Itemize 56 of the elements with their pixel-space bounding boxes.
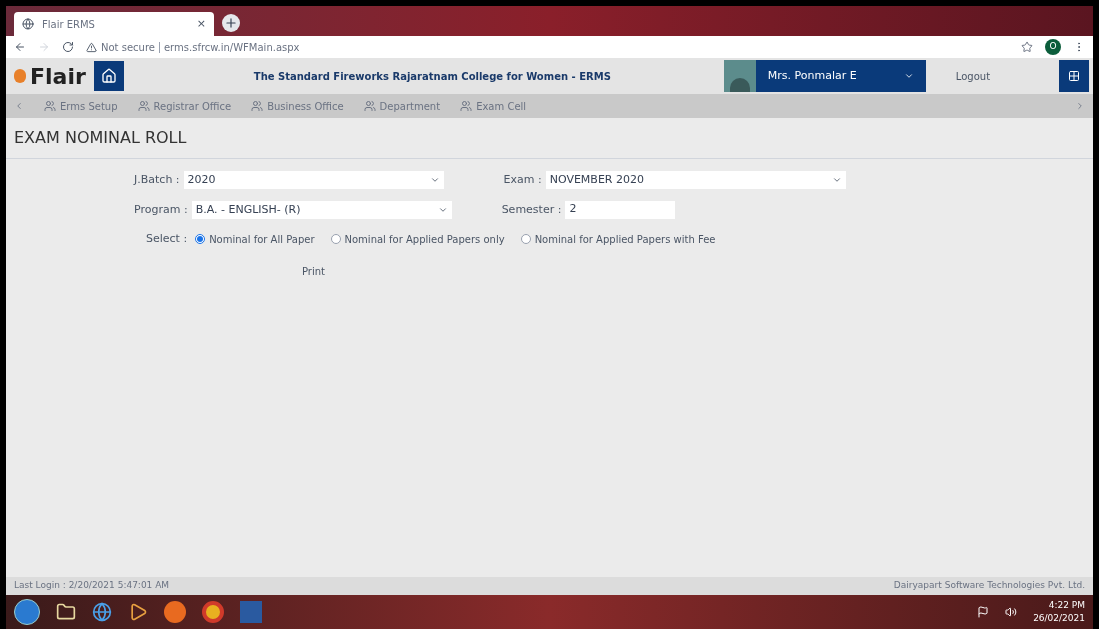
globe-icon — [22, 18, 34, 30]
back-icon[interactable] — [14, 41, 26, 53]
profile-avatar[interactable]: O — [1045, 39, 1061, 55]
logout-link[interactable]: Logout — [955, 68, 991, 84]
radio-button[interactable] — [330, 234, 341, 245]
radio-label[interactable]: Nominal for All Paper — [209, 231, 315, 247]
folder-icon[interactable] — [56, 602, 76, 622]
exam-select[interactable]: NOVEMBER 2020 — [545, 171, 846, 189]
home-button[interactable] — [93, 61, 124, 91]
radio-button[interactable] — [520, 234, 531, 245]
field-label: Exam : — [503, 171, 542, 188]
program-select[interactable]: B.A. - ENGLISH- (R) — [191, 201, 452, 219]
field-label: Select : — [146, 231, 188, 247]
field-label: Semester : — [501, 201, 562, 218]
new-tab-icon[interactable] — [222, 14, 240, 32]
users-icon — [137, 100, 150, 112]
batch-select[interactable]: 2020 — [183, 171, 444, 189]
reload-icon[interactable] — [62, 41, 74, 53]
browser-tab[interactable]: Flair ERMS × — [14, 12, 214, 36]
users-icon — [251, 100, 264, 112]
bookmark-icon[interactable] — [1021, 41, 1033, 53]
print-button[interactable]: Print — [294, 259, 333, 283]
user-menu[interactable]: Mrs. Ponmalar E — [755, 60, 926, 92]
radio-label[interactable]: Nominal for Applied Papers only — [344, 231, 505, 247]
grid-menu-button[interactable] — [1059, 60, 1089, 92]
volume-icon[interactable] — [1005, 606, 1018, 618]
field-label: J.Batch : — [134, 171, 180, 188]
home-icon — [100, 68, 117, 84]
field-label: Program : — [134, 201, 188, 218]
browser-icon[interactable] — [92, 602, 112, 622]
clock-time: 4:22 PM — [1048, 598, 1085, 612]
flag-icon[interactable] — [977, 606, 990, 618]
address-bar[interactable]: Not secure erms.sfrcw.in/WFMain.aspx — [86, 39, 1009, 55]
radio-label[interactable]: Nominal for Applied Papers with Fee — [534, 231, 716, 247]
warning-icon — [86, 41, 97, 53]
caret-icon — [903, 71, 914, 81]
media-icon[interactable] — [128, 602, 148, 622]
company-text: Dairyapart Software Technologies Pvt. Ltd. — [893, 579, 1085, 593]
college-title: The Standard Fireworks Rajaratnam College for Women - ERMS — [253, 69, 612, 84]
users-icon — [460, 100, 473, 112]
logo-drop-icon — [14, 69, 26, 83]
caret-icon — [429, 175, 440, 185]
page-title: EXAM NOMINAL ROLL — [14, 128, 187, 147]
users-icon — [363, 100, 376, 112]
clock-date: 26/02/2021 — [1033, 612, 1085, 625]
radio-button[interactable] — [195, 234, 206, 245]
users-icon — [44, 100, 56, 112]
caret-icon — [831, 175, 842, 185]
grid-icon — [1068, 70, 1080, 82]
logo-text: Flair — [30, 62, 86, 91]
tab-close-button[interactable]: × — [196, 15, 206, 33]
user-avatar — [723, 60, 756, 92]
caret-icon — [437, 205, 448, 215]
start-button[interactable] — [14, 599, 40, 625]
semester-input[interactable]: 2 — [565, 201, 676, 219]
last-login-text: Last Login : 2/20/2021 5:47:01 AM — [14, 579, 170, 593]
